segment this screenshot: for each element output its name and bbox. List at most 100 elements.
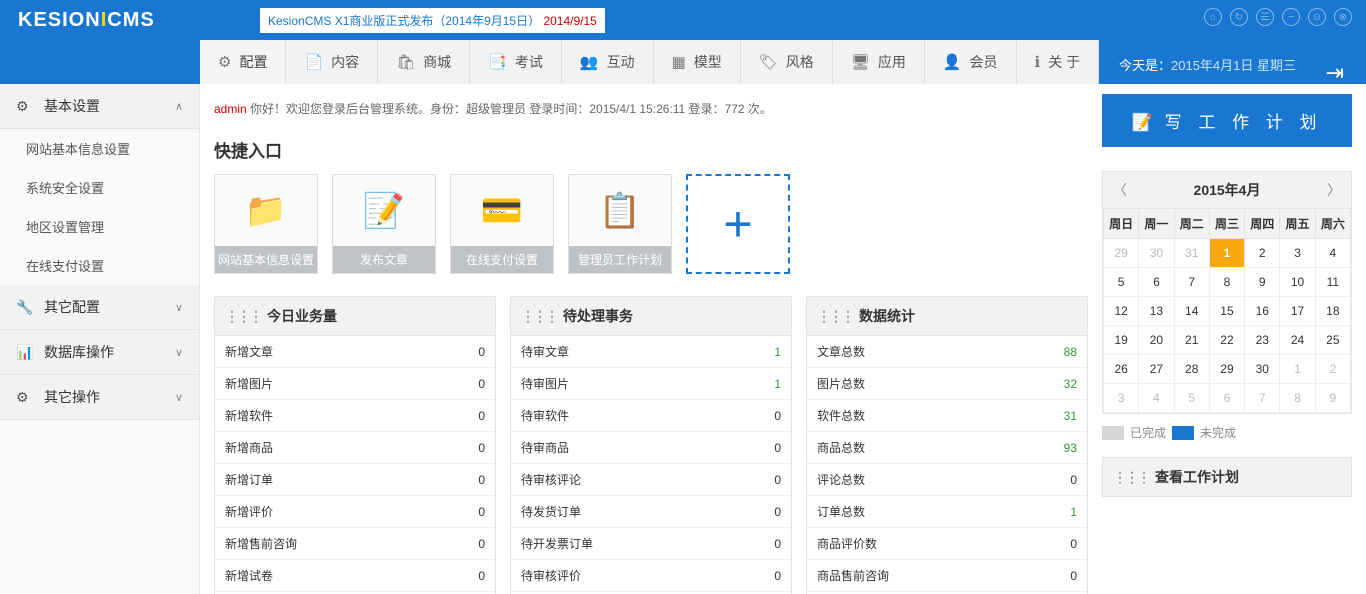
- top-icon-5[interactable]: ⊙: [1308, 8, 1326, 26]
- panel-row[interactable]: 待审核评论0: [511, 464, 791, 496]
- panel-row[interactable]: 新增评价0: [215, 496, 495, 528]
- top-icon-2[interactable]: ↻: [1230, 8, 1248, 26]
- cal-day[interactable]: 2: [1315, 355, 1350, 384]
- cal-day[interactable]: 22: [1209, 326, 1244, 355]
- cal-day[interactable]: 24: [1280, 326, 1315, 355]
- panel-row[interactable]: 新增软件0: [215, 400, 495, 432]
- cal-day[interactable]: 4: [1139, 384, 1174, 413]
- panel-row[interactable]: 新增商品0: [215, 432, 495, 464]
- cal-day[interactable]: 6: [1139, 268, 1174, 297]
- quick-item-3[interactable]: 📋管理员工作计划: [568, 174, 672, 274]
- nav-tab-1[interactable]: 📄内容: [286, 40, 378, 84]
- cal-day[interactable]: 15: [1209, 297, 1244, 326]
- cal-day[interactable]: 28: [1174, 355, 1209, 384]
- cal-day[interactable]: 19: [1104, 326, 1139, 355]
- panel-row[interactable]: 待审核评价0: [511, 560, 791, 592]
- side-group-3[interactable]: ⚙其它操作∨: [0, 375, 199, 420]
- cal-day[interactable]: 13: [1139, 297, 1174, 326]
- cal-day[interactable]: 29: [1209, 355, 1244, 384]
- cal-day[interactable]: 27: [1139, 355, 1174, 384]
- logout-icon[interactable]: ⇥: [1326, 60, 1344, 86]
- cal-day[interactable]: 7: [1174, 268, 1209, 297]
- cal-day[interactable]: 21: [1174, 326, 1209, 355]
- side-item-0-2[interactable]: 地区设置管理: [0, 207, 199, 246]
- cal-day[interactable]: 1: [1280, 355, 1315, 384]
- nav-tab-9[interactable]: ℹ关 于: [1017, 40, 1100, 84]
- cal-day[interactable]: 9: [1245, 268, 1280, 297]
- cal-day[interactable]: 16: [1245, 297, 1280, 326]
- cal-day[interactable]: 26: [1104, 355, 1139, 384]
- cal-day[interactable]: 9: [1315, 384, 1350, 413]
- cal-day[interactable]: 8: [1209, 268, 1244, 297]
- side-item-0-0[interactable]: 网站基本信息设置: [0, 129, 199, 168]
- side-group-2[interactable]: 📊数据库操作∨: [0, 330, 199, 375]
- quick-item-2[interactable]: 💳在线支付设置: [450, 174, 554, 274]
- cal-day[interactable]: 29: [1104, 239, 1139, 268]
- quick-item-0[interactable]: 📁网站基本信息设置: [214, 174, 318, 274]
- nav-tab-3[interactable]: 📑考试: [470, 40, 562, 84]
- nav-tab-8[interactable]: 👤会员: [925, 40, 1017, 84]
- panel-row[interactable]: 待审商品0: [511, 432, 791, 464]
- panel-row[interactable]: 新增文章0: [215, 336, 495, 368]
- panel-row[interactable]: 商品总数93: [807, 432, 1087, 464]
- cal-next[interactable]: 〉: [1327, 180, 1341, 200]
- cal-day[interactable]: 5: [1174, 384, 1209, 413]
- panel-row[interactable]: 订单总数1: [807, 496, 1087, 528]
- top-icon-1[interactable]: ⌂: [1204, 8, 1222, 26]
- cal-day[interactable]: 10: [1280, 268, 1315, 297]
- panel-row[interactable]: 待审图片1: [511, 368, 791, 400]
- quick-add[interactable]: +: [686, 174, 790, 274]
- cal-day[interactable]: 23: [1245, 326, 1280, 355]
- nav-tab-6[interactable]: 🏷风格: [741, 40, 833, 84]
- panel-row[interactable]: 文章总数88: [807, 336, 1087, 368]
- cal-day[interactable]: 6: [1209, 384, 1244, 413]
- side-item-0-1[interactable]: 系统安全设置: [0, 168, 199, 207]
- cal-day[interactable]: 11: [1315, 268, 1350, 297]
- cal-day[interactable]: 1: [1209, 239, 1244, 268]
- cal-day[interactable]: 18: [1315, 297, 1350, 326]
- panel-row[interactable]: 待审软件0: [511, 400, 791, 432]
- nav-tab-7[interactable]: 🖥应用: [833, 40, 925, 84]
- panel-row[interactable]: 新增图片0: [215, 368, 495, 400]
- panel-row[interactable]: 待审文章1: [511, 336, 791, 368]
- top-icon-6[interactable]: ⊗: [1334, 8, 1352, 26]
- panel-row[interactable]: 新增订单0: [215, 464, 495, 496]
- cal-day[interactable]: 30: [1245, 355, 1280, 384]
- panel-row[interactable]: 商品评价数0: [807, 528, 1087, 560]
- panel-row[interactable]: 评论总数0: [807, 464, 1087, 496]
- cal-day[interactable]: 8: [1280, 384, 1315, 413]
- cal-day[interactable]: 14: [1174, 297, 1209, 326]
- panel-row[interactable]: 商品售前咨询0: [807, 560, 1087, 592]
- cal-day[interactable]: 12: [1104, 297, 1139, 326]
- panel-row[interactable]: 待开发票订单0: [511, 528, 791, 560]
- cal-day[interactable]: 2: [1245, 239, 1280, 268]
- cal-day[interactable]: 4: [1315, 239, 1350, 268]
- side-group-1[interactable]: 🔧其它配置∨: [0, 285, 199, 330]
- top-icon-4[interactable]: −: [1282, 8, 1300, 26]
- cal-day[interactable]: 3: [1104, 384, 1139, 413]
- cal-day[interactable]: 20: [1139, 326, 1174, 355]
- nav-tab-0[interactable]: ⚙配置: [200, 40, 286, 84]
- release-banner: KesionCMS X1商业版正式发布（2014年9月15日） 2014/9/1…: [260, 8, 605, 33]
- panel-row[interactable]: 新增售前咨询0: [215, 528, 495, 560]
- write-plan-button[interactable]: 📝写 工 作 计 划: [1102, 94, 1352, 147]
- nav-tab-2[interactable]: 🛍商城: [378, 40, 470, 84]
- nav-tab-5[interactable]: ▦模型: [654, 40, 741, 84]
- cal-day[interactable]: 31: [1174, 239, 1209, 268]
- panel-row[interactable]: 待发货订单0: [511, 496, 791, 528]
- top-icon-3[interactable]: ☰: [1256, 8, 1274, 26]
- side-group-0[interactable]: ⚙基本设置∧: [0, 84, 199, 129]
- panel-row[interactable]: 新增试卷0: [215, 560, 495, 592]
- cal-day[interactable]: 5: [1104, 268, 1139, 297]
- cal-day[interactable]: 30: [1139, 239, 1174, 268]
- panel-row[interactable]: 软件总数31: [807, 400, 1087, 432]
- nav-tab-4[interactable]: 👥互动: [562, 40, 654, 84]
- cal-day[interactable]: 3: [1280, 239, 1315, 268]
- cal-day[interactable]: 7: [1245, 384, 1280, 413]
- cal-day[interactable]: 17: [1280, 297, 1315, 326]
- cal-prev[interactable]: 〈: [1113, 180, 1127, 200]
- quick-item-1[interactable]: 📝发布文章: [332, 174, 436, 274]
- panel-row[interactable]: 图片总数32: [807, 368, 1087, 400]
- side-item-0-3[interactable]: 在线支付设置: [0, 246, 199, 285]
- cal-day[interactable]: 25: [1315, 326, 1350, 355]
